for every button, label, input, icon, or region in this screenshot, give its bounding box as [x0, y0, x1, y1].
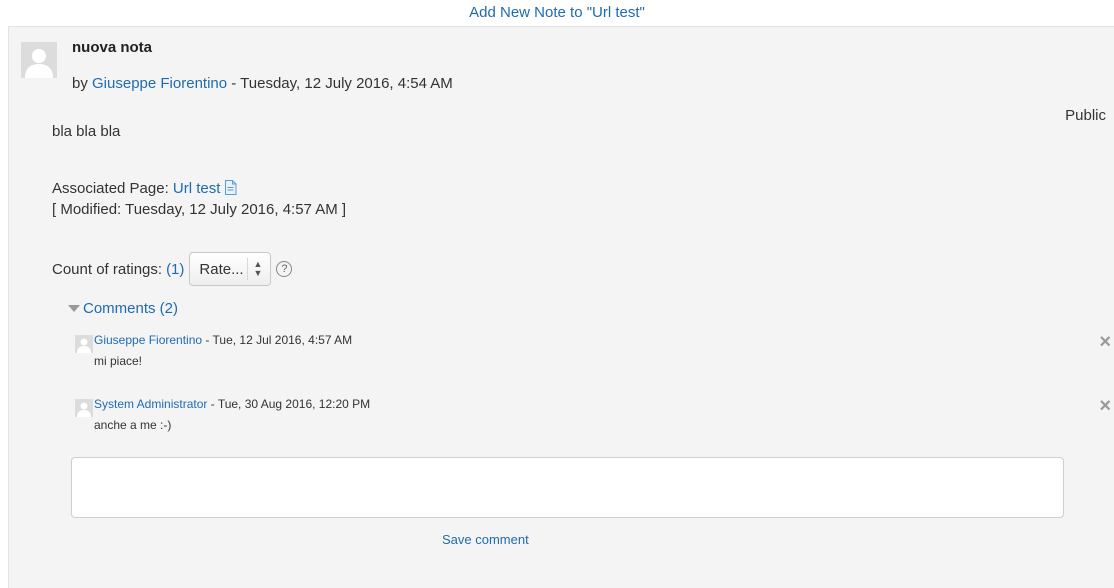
- delete-comment-icon[interactable]: ×: [1099, 332, 1111, 352]
- comment-item: System Administrator - Tue, 30 Aug 2016,…: [75, 396, 1111, 437]
- comment-text: anche a me :-): [94, 418, 172, 432]
- comment-author-link[interactable]: System Administrator: [94, 397, 207, 411]
- date-separator: -: [227, 75, 241, 92]
- associated-page: Associated Page: Url test: [52, 180, 237, 199]
- comment-header: System Administrator - Tue, 30 Aug 2016,…: [94, 397, 370, 411]
- modified-date: [ Modified: Tuesday, 12 July 2016, 4:57 …: [52, 201, 347, 218]
- author-avatar[interactable]: [21, 42, 57, 78]
- save-comment-link[interactable]: Save comment: [442, 532, 529, 547]
- comment-header: Giuseppe Fiorentino - Tue, 12 Jul 2016, …: [94, 333, 352, 347]
- help-icon[interactable]: ?: [276, 261, 293, 277]
- comment-date: - Tue, 30 Aug 2016, 12:20 PM: [207, 397, 371, 411]
- header-bar: Add New Note to "Url test": [0, 0, 1114, 26]
- note-byline: by Giuseppe Fiorentino - Tuesday, 12 Jul…: [72, 75, 453, 92]
- ratings-row: Count of ratings: (1) Rate... ▲ ▼ ?: [52, 251, 293, 287]
- comment-avatar[interactable]: [75, 335, 93, 353]
- visibility-label: Public: [1065, 107, 1106, 124]
- caret-down-icon: [68, 305, 80, 312]
- comment-avatar[interactable]: [75, 399, 93, 417]
- note-panel: nuova nota by Giuseppe Fiorentino - Tues…: [8, 26, 1114, 588]
- ratings-count-label: Count of ratings:: [52, 260, 163, 278]
- note-date: Tuesday, 12 July 2016, 4:54 AM: [240, 75, 453, 92]
- note-title: nuova nota: [72, 39, 153, 56]
- document-icon[interactable]: [224, 180, 237, 199]
- comments-toggle[interactable]: Comments (2): [68, 300, 178, 317]
- user-silhouette-icon: [21, 42, 57, 78]
- note-author-link[interactable]: Giuseppe Fiorentino: [92, 75, 227, 92]
- associated-page-link[interactable]: Url test: [173, 180, 221, 197]
- select-arrows-icon: ▲ ▼: [253, 259, 263, 278]
- comment-author-link[interactable]: Giuseppe Fiorentino: [94, 333, 202, 347]
- user-silhouette-icon: [75, 399, 93, 417]
- user-silhouette-icon: [75, 335, 93, 353]
- rate-select-value: Rate...: [199, 260, 244, 278]
- select-divider: [247, 258, 249, 280]
- note-body: bla bla bla: [52, 123, 121, 140]
- associated-page-label: Associated Page:: [52, 180, 173, 197]
- rate-select[interactable]: Rate... ▲ ▼: [189, 252, 272, 286]
- comment-date: - Tue, 12 Jul 2016, 4:57 AM: [202, 333, 353, 347]
- comment-text: mi piace!: [94, 354, 143, 368]
- delete-comment-icon[interactable]: ×: [1099, 396, 1111, 416]
- comment-item: Giuseppe Fiorentino - Tue, 12 Jul 2016, …: [75, 332, 1111, 373]
- add-new-note-link[interactable]: Add New Note to "Url test": [469, 0, 645, 26]
- ratings-count-link[interactable]: (1): [166, 261, 184, 278]
- comment-textarea[interactable]: [71, 457, 1064, 518]
- by-label: by: [72, 75, 88, 92]
- comments-toggle-label: Comments (2): [83, 300, 179, 317]
